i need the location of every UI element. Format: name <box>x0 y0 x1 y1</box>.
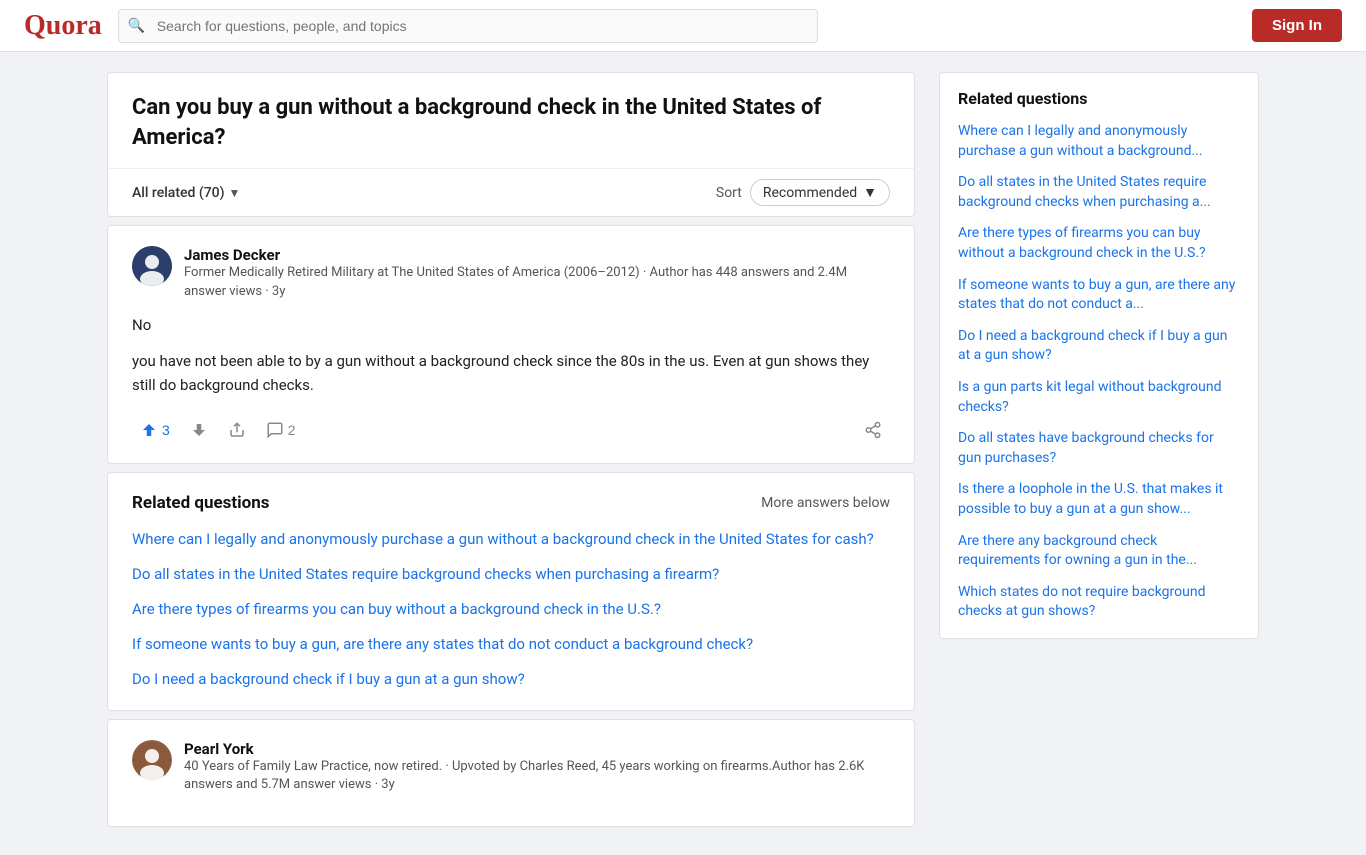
main-content: Can you buy a gun without a background c… <box>107 72 915 835</box>
search-bar: 🔍 <box>118 9 818 43</box>
chevron-down-icon: ▼ <box>229 186 241 200</box>
sidebar-link-4[interactable]: Do I need a background check if I buy a … <box>958 327 1240 366</box>
related-inline-link-2[interactable]: Are there types of firearms you can buy … <box>132 599 890 620</box>
downvote-button-james[interactable] <box>182 417 216 443</box>
related-inline-link-4[interactable]: Do I need a background check if I buy a … <box>132 669 890 690</box>
sidebar-link-1[interactable]: Do all states in the United States requi… <box>958 173 1240 212</box>
comment-button-james[interactable]: 2 <box>258 417 304 443</box>
sidebar-link-3[interactable]: If someone wants to buy a gun, are there… <box>958 276 1240 315</box>
sign-in-button[interactable]: Sign In <box>1252 9 1342 42</box>
question-title-area: Can you buy a gun without a background c… <box>108 73 914 169</box>
avatar-james <box>132 246 172 286</box>
avatar-pearl <box>132 740 172 780</box>
answer-author-pearl: Pearl York 40 Years of Family Law Practi… <box>132 740 890 794</box>
upvote-button-james[interactable]: 3 <box>132 417 178 443</box>
sidebar-link-6[interactable]: Do all states have background checks for… <box>958 429 1240 468</box>
answer-text-para2-james: you have not been able to by a gun witho… <box>132 349 890 397</box>
share-icon <box>228 421 246 439</box>
sidebar-link-7[interactable]: Is there a loophole in the U.S. that mak… <box>958 480 1240 519</box>
search-icon: 🔍 <box>128 18 145 34</box>
answer-card-pearl: Pearl York 40 Years of Family Law Practi… <box>107 719 915 827</box>
comment-count-james: 2 <box>288 422 296 438</box>
downvote-icon <box>190 421 208 439</box>
answer-actions-james: 3 2 <box>132 409 890 443</box>
external-share-icon <box>864 421 882 439</box>
related-inline-card: Related questions More answers below Whe… <box>107 472 915 711</box>
avatar-image-james <box>132 246 172 286</box>
avatar-image-pearl <box>132 740 172 780</box>
all-related-filter[interactable]: All related (70) ▼ <box>132 185 240 201</box>
page-container: Can you buy a gun without a background c… <box>83 52 1283 855</box>
author-bio-pearl: 40 Years of Family Law Practice, now ret… <box>184 758 890 794</box>
sidebar-link-8[interactable]: Are there any background check requireme… <box>958 532 1240 571</box>
related-inline-link-1[interactable]: Do all states in the United States requi… <box>132 564 890 585</box>
recommended-label: Recommended <box>763 185 857 201</box>
header: Quora 🔍 Sign In <box>0 0 1366 52</box>
upvote-count-james: 3 <box>162 422 170 438</box>
more-answers-label: More answers below <box>761 495 890 511</box>
sidebar-title: Related questions <box>958 89 1240 108</box>
question-title: Can you buy a gun without a background c… <box>132 93 890 152</box>
related-inline-header: Related questions More answers below <box>132 493 890 513</box>
all-related-label: All related (70) <box>132 185 225 201</box>
author-name-james[interactable]: James Decker <box>184 246 890 264</box>
chevron-down-icon: ▼ <box>863 184 877 201</box>
filter-bar-right: Sort Recommended ▼ <box>716 179 890 206</box>
related-inline-link-3[interactable]: If someone wants to buy a gun, are there… <box>132 634 890 655</box>
sidebar: Related questions Where can I legally an… <box>939 72 1259 835</box>
upvote-icon <box>140 421 158 439</box>
sort-label: Sort <box>716 185 742 201</box>
search-input[interactable] <box>118 9 818 43</box>
filter-bar-left: All related (70) ▼ <box>132 185 240 201</box>
filter-bar: All related (70) ▼ Sort Recommended ▼ <box>108 169 914 216</box>
sidebar-link-0[interactable]: Where can I legally and anonymously purc… <box>958 122 1240 161</box>
sidebar-link-9[interactable]: Which states do not require background c… <box>958 583 1240 622</box>
logo[interactable]: Quora <box>24 10 102 42</box>
sidebar-card: Related questions Where can I legally an… <box>939 72 1259 639</box>
related-inline-title: Related questions <box>132 493 270 513</box>
question-card: Can you buy a gun without a background c… <box>107 72 915 217</box>
author-name-pearl[interactable]: Pearl York <box>184 740 890 758</box>
share-button-james[interactable] <box>220 417 254 443</box>
answer-card-james: James Decker Former Medically Retired Mi… <box>107 225 915 463</box>
answer-author-james: James Decker Former Medically Retired Mi… <box>132 246 890 300</box>
sidebar-link-5[interactable]: Is a gun parts kit legal without backgro… <box>958 378 1240 417</box>
header-right: Sign In <box>1252 9 1342 42</box>
sidebar-link-2[interactable]: Are there types of firearms you can buy … <box>958 224 1240 263</box>
author-info-pearl: Pearl York 40 Years of Family Law Practi… <box>184 740 890 794</box>
author-info-james: James Decker Former Medically Retired Mi… <box>184 246 890 300</box>
related-inline-link-0[interactable]: Where can I legally and anonymously purc… <box>132 529 890 550</box>
author-bio-james: Former Medically Retired Military at The… <box>184 264 890 300</box>
sort-dropdown[interactable]: Recommended ▼ <box>750 179 890 206</box>
comment-icon <box>266 421 284 439</box>
answer-text-para1-james: No <box>132 313 890 337</box>
external-share-button-james[interactable] <box>856 417 890 443</box>
